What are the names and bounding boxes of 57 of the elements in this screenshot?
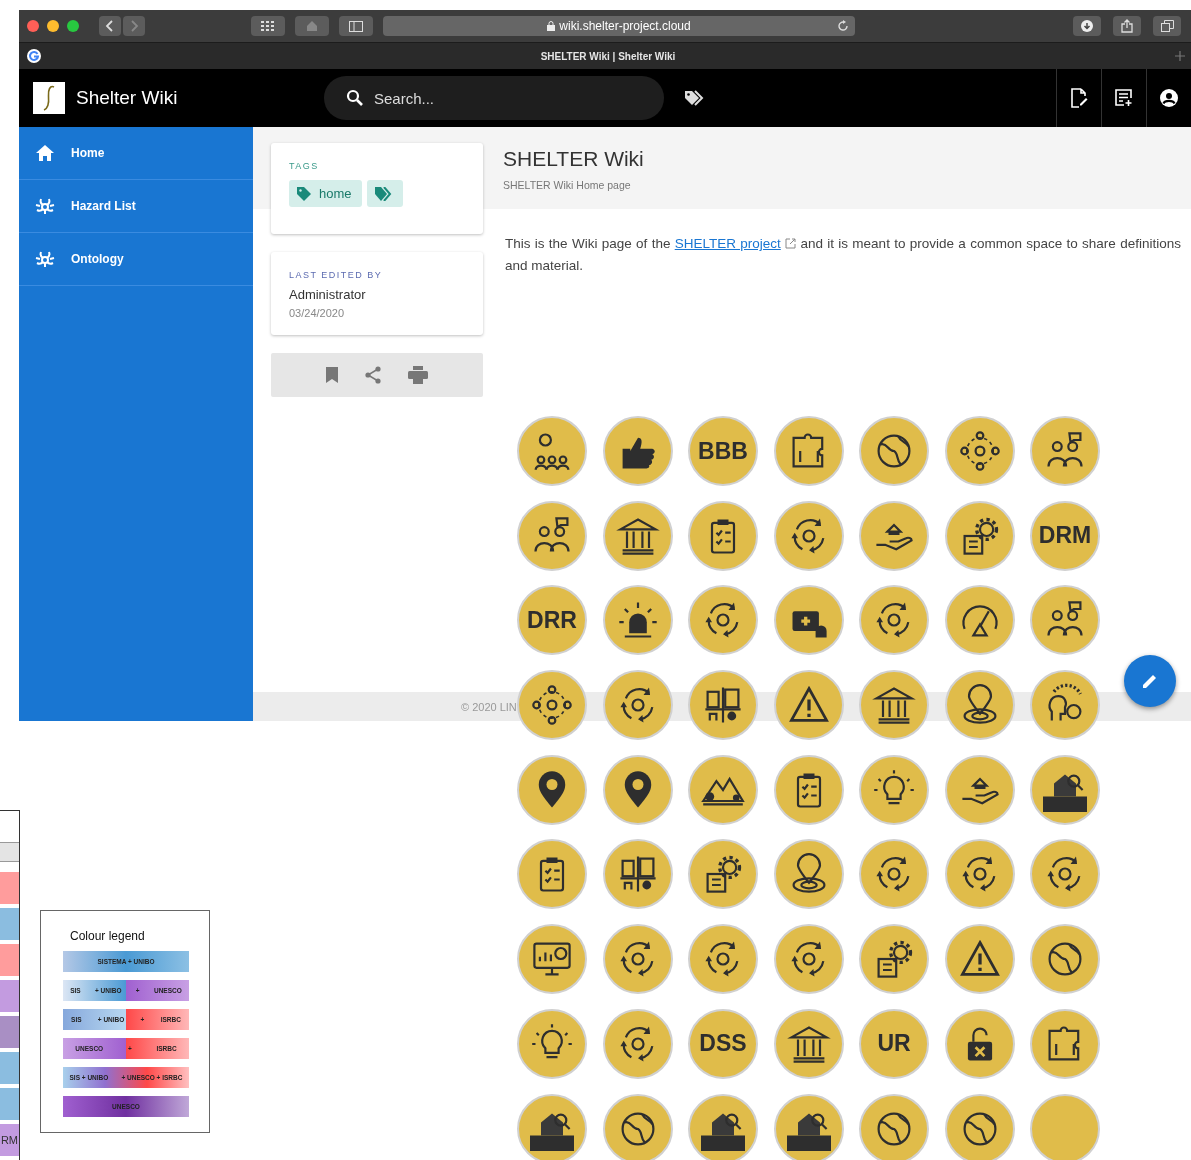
biohazard-icon bbox=[35, 250, 55, 268]
search-bar[interactable]: Search... bbox=[324, 76, 664, 120]
card-heading: LAST EDITED BY bbox=[289, 270, 384, 280]
all-tags-chip[interactable] bbox=[366, 180, 403, 207]
favicon-icon bbox=[27, 49, 41, 63]
external-link-icon bbox=[785, 238, 797, 249]
app-title: Shelter Wiki bbox=[76, 87, 179, 109]
edit-date: 03/24/2020 bbox=[289, 307, 346, 319]
share-icon[interactable] bbox=[364, 366, 382, 384]
network-icon bbox=[957, 429, 1002, 473]
tabs-overview-button[interactable] bbox=[1153, 16, 1181, 36]
minimize-window-button[interactable] bbox=[47, 20, 59, 32]
chevron-left-icon bbox=[105, 20, 115, 32]
lock-icon bbox=[547, 21, 556, 31]
acronym-medallion: UR bbox=[859, 1008, 929, 1079]
pencil-icon bbox=[1142, 673, 1158, 689]
tabs-icon bbox=[1160, 20, 1174, 32]
author-name: Administrator bbox=[289, 287, 367, 302]
reload-icon[interactable] bbox=[837, 20, 849, 32]
tag-icon bbox=[297, 186, 311, 201]
footer-text: © 2020 LIN bbox=[461, 700, 517, 713]
share-icon bbox=[1121, 19, 1133, 33]
card-heading: TAGS bbox=[289, 161, 320, 171]
zoom-window-button[interactable] bbox=[67, 20, 79, 32]
new-tab-icon[interactable] bbox=[1175, 51, 1185, 61]
search-icon bbox=[346, 89, 364, 107]
network-icon bbox=[530, 683, 574, 728]
download-icon bbox=[1081, 20, 1093, 32]
url-text: wiki.shelter-project.cloud bbox=[559, 19, 691, 33]
tag-chip[interactable]: home bbox=[289, 180, 362, 207]
chevron-right-icon bbox=[129, 20, 139, 32]
logo-icon[interactable] bbox=[33, 82, 65, 114]
address-bar[interactable]: wiki.shelter-project.cloud bbox=[383, 16, 855, 36]
close-window-button[interactable] bbox=[27, 20, 39, 32]
home-icon bbox=[35, 145, 55, 161]
search-field[interactable]: Search... bbox=[372, 88, 636, 108]
download-button[interactable] bbox=[1073, 16, 1101, 36]
grid-view-button[interactable] bbox=[251, 16, 285, 36]
acronym-medallion: DSS bbox=[688, 1008, 758, 1079]
biohazard-icon bbox=[35, 197, 55, 215]
bookmark-icon[interactable] bbox=[326, 367, 338, 383]
page-subtitle: SHELTER Wiki Home page bbox=[503, 179, 632, 191]
sidebar-toggle-button[interactable] bbox=[339, 16, 373, 36]
table-cell: RM bbox=[0, 1124, 19, 1156]
share-button[interactable] bbox=[1113, 16, 1141, 36]
tags-icon bbox=[374, 186, 393, 201]
intro-paragraph: This is the Wiki page of the SHELTER project and it is meant to provide a common space to share definitions and material. bbox=[505, 235, 1181, 275]
table-header-cell bbox=[0, 842, 19, 862]
grid-icon bbox=[261, 21, 275, 31]
project-link[interactable]: SHELTER project bbox=[674, 236, 781, 251]
home-icon bbox=[306, 20, 318, 32]
print-icon[interactable] bbox=[408, 366, 428, 384]
tags-icon[interactable] bbox=[684, 90, 706, 106]
legend-title: Colour legend bbox=[70, 929, 146, 943]
back-button[interactable] bbox=[99, 16, 121, 36]
page-title: SHELTER Wiki bbox=[503, 147, 645, 171]
sidebar-icon bbox=[349, 20, 363, 32]
